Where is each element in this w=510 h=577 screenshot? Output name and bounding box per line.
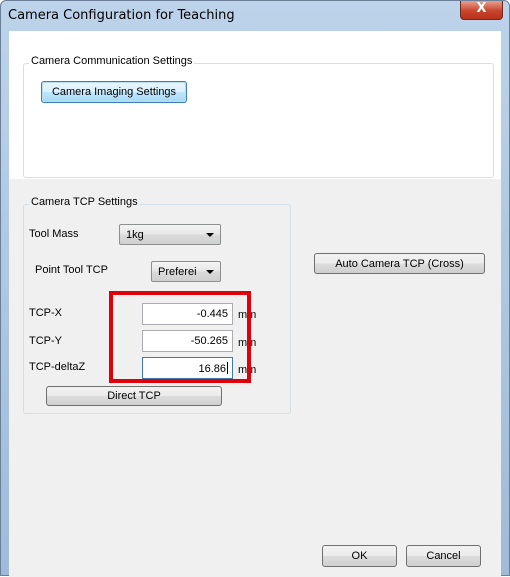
tcp-deltaz-label: TCP-deltaZ	[29, 361, 86, 373]
dropdown-arrow-icon	[206, 270, 214, 274]
cancel-button[interactable]: Cancel	[406, 545, 481, 567]
tool-mass-dropdown[interactable]: 1kg	[119, 224, 221, 245]
title-bar[interactable]: Camera Configuration for Teaching X	[1, 1, 509, 31]
tcp-x-label: TCP-X	[29, 307, 62, 319]
point-tool-tcp-value: Preferei	[158, 266, 197, 278]
highlight-box	[109, 291, 251, 383]
tool-mass-value: 1kg	[126, 229, 144, 241]
communication-panel: Camera Communication Settings Camera Ima…	[9, 31, 501, 179]
close-icon: X	[476, 1, 487, 16]
camera-communication-group-title: Camera Communication Settings	[29, 55, 195, 67]
dialog-client-area: Camera Communication Settings Camera Ima…	[9, 31, 501, 577]
dialog-window: Camera Configuration for Teaching X Came…	[0, 0, 510, 577]
dropdown-arrow-icon	[206, 233, 214, 237]
window-title: Camera Configuration for Teaching	[8, 8, 235, 23]
camera-imaging-settings-button[interactable]: Camera Imaging Settings	[41, 81, 187, 103]
tcp-y-label: TCP-Y	[29, 335, 62, 347]
close-button[interactable]: X	[460, 1, 503, 20]
auto-camera-tcp-button[interactable]: Auto Camera TCP (Cross)	[314, 253, 485, 274]
ok-button[interactable]: OK	[322, 545, 397, 567]
point-tool-tcp-label: Point Tool TCP	[35, 264, 108, 276]
camera-communication-group: Camera Communication Settings Camera Ima…	[23, 55, 494, 178]
tool-mass-label: Tool Mass	[29, 228, 79, 240]
camera-tcp-group-title: Camera TCP Settings	[29, 196, 140, 208]
direct-tcp-button[interactable]: Direct TCP	[46, 386, 222, 406]
point-tool-tcp-dropdown[interactable]: Preferei	[151, 261, 221, 282]
